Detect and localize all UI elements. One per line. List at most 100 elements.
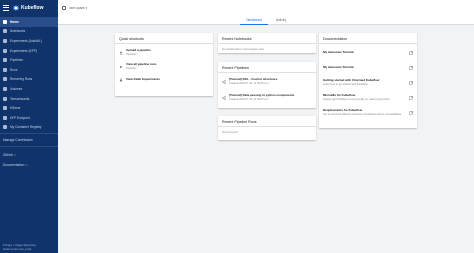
sidebar-divider	[0, 145, 58, 147]
open-in-new-icon[interactable]	[409, 50, 413, 55]
card-divider	[115, 43, 213, 44]
chevron-down-icon[interactable]: ▾	[86, 6, 88, 10]
sidebar-item-notebooks[interactable]: Notebooks	[0, 27, 58, 37]
recurring-icon	[3, 77, 7, 82]
quick-shortcuts-card: Quick shortcuts Upload a pipeline Pipelin…	[115, 33, 213, 96]
sidebar-item-label: Home	[10, 19, 19, 24]
sidebar-item-label: Runs	[10, 67, 18, 72]
upload-icon	[119, 50, 123, 55]
pipeline-item[interactable]: [Tutorial] DSL - Control structures Creat…	[218, 75, 316, 89]
experiment-icon	[119, 77, 123, 81]
sidebar-item-container-registry[interactable]: My Container Registry	[0, 123, 58, 133]
notebook-icon	[3, 29, 7, 34]
sidebar-item-volumes[interactable]: Volumes	[0, 84, 58, 94]
tab-activity[interactable]: Activity	[270, 15, 292, 25]
documentation-card: Documentation My Awesome Tutorial My Awe…	[319, 33, 417, 128]
experiment-icon	[3, 48, 7, 53]
sidebar-item-home[interactable]: Home	[0, 17, 58, 27]
recent-pipelines-title: Recent Pipelines	[222, 66, 249, 70]
pipeline-icon	[222, 79, 226, 84]
card-divider	[218, 72, 316, 73]
doc-item[interactable]: Getting started with Charmed Kubeflow Lea…	[319, 76, 417, 90]
github-label: GitHub	[3, 153, 13, 158]
shortcut-view-katib-experiments[interactable]: View Katib Experiments	[115, 75, 213, 85]
pipeline-icon	[222, 95, 226, 100]
sidebar-item-label: Pipelines	[10, 58, 23, 63]
sidebar-item-label: Notebooks	[10, 29, 26, 34]
recent-pipelines-card: Recent Pipelines [Tutorial] DSL - Contro…	[218, 62, 316, 108]
recent-runs-title: Recent Pipeline Runs	[222, 120, 257, 124]
sidebar-item-tensorboards[interactable]: Tensorboards	[0, 94, 58, 104]
tensorboard-icon	[3, 96, 7, 101]
sidebar-item-kfp-endpoint[interactable]: KFP Endpoint	[0, 113, 58, 123]
sidebar: Kubeflow Home Notebooks Experiments (Aut…	[0, 0, 58, 253]
sidebar-item-label: KServe	[10, 106, 21, 111]
endpoint-icon	[3, 115, 7, 120]
sidebar-item-kserve[interactable]: KServe	[0, 103, 58, 113]
doc-item[interactable]: Microk8s for Kubeflow Quickly get Kubeflo…	[319, 91, 417, 105]
doc-subtitle: Quickly get Kubeflow running locally on …	[323, 97, 390, 101]
manage-contributors-link[interactable]: Manage Contributors	[0, 135, 58, 145]
menu-icon[interactable]	[3, 4, 9, 11]
card-divider	[319, 43, 417, 44]
shortcut-view-pipeline-runs[interactable]: View all pipeline runs Pipelines	[115, 61, 213, 73]
sidebar-item-label: Tensorboards	[10, 96, 30, 101]
home-icon	[3, 19, 7, 24]
sidebar-item-experiments-kfp[interactable]: Experiments (KFP)	[0, 46, 58, 56]
sidebar-item-pipelines[interactable]: Pipelines	[0, 55, 58, 65]
notebooks-empty-message: No Notebooks in namespace user	[222, 46, 265, 51]
namespace-icon	[62, 5, 66, 10]
documentation-link[interactable]: Documentation ↗	[0, 160, 58, 170]
sidebar-item-experiments-automl[interactable]: Experiments (AutoML)	[0, 36, 58, 46]
kubeflow-logo-icon	[13, 4, 19, 11]
tab-dashboard[interactable]: Dashboard	[240, 15, 268, 25]
recent-notebooks-title: Recent Notebooks	[222, 37, 252, 41]
sidebar-item-recurring-runs[interactable]: Recurring Runs	[0, 75, 58, 85]
open-in-new-icon[interactable]	[409, 95, 413, 100]
kubeflow-dashboard: Kubeflow Home Notebooks Experiments (Aut…	[0, 0, 474, 253]
sidebar-divider	[0, 133, 58, 134]
sidebar-item-label: Volumes	[10, 86, 23, 91]
sidebar-nav: Home Notebooks Experiments (AutoML) Expe…	[0, 17, 58, 170]
sidebar-item-label: Experiments (AutoML)	[10, 38, 42, 43]
shortcut-subtitle: Pipelines	[126, 52, 137, 56]
runs-empty-message: None Found	[222, 129, 238, 134]
pipeline-created: Created 2023-07-10, 11:45:05 a.m.	[229, 97, 270, 101]
namespace-selector[interactable]: user-space	[69, 6, 85, 10]
shortcut-upload-pipeline[interactable]: Upload a pipeline Pipelines	[115, 47, 213, 59]
sidebar-item-label: Experiments (KFP)	[10, 48, 37, 53]
github-link[interactable]: GitHub ↗	[0, 150, 58, 160]
build-version: build version dev_local	[3, 247, 32, 251]
registry-icon	[3, 125, 7, 130]
app-title: Kubeflow	[21, 4, 44, 11]
sidebar-item-label: KFP Endpoint	[10, 115, 30, 120]
top-bar: user-space ▾	[58, 0, 474, 15]
sidebar-item-label: My Container Registry	[10, 125, 42, 130]
doc-item[interactable]: My Awesome Tutorial	[319, 46, 417, 60]
open-in-new-icon[interactable]	[409, 110, 413, 115]
shortcut-title: View Katib Experiments	[126, 76, 160, 81]
shortcut-subtitle: Pipelines	[126, 66, 137, 70]
sidebar-brand: Kubeflow	[0, 0, 58, 15]
recent-notebooks-card: Recent Notebooks No Notebooks in namespa…	[218, 33, 316, 53]
sidebar-item-label: Recurring Runs	[10, 77, 33, 82]
pipeline-item[interactable]: [Tutorial] Data passing in python compon…	[218, 91, 316, 105]
sidebar-item-runs[interactable]: Runs	[0, 65, 58, 75]
open-in-new-icon[interactable]	[409, 65, 413, 70]
doc-subtitle: Get to know the different versions of Ku…	[323, 112, 402, 116]
external-link-icon: ↗	[25, 163, 28, 167]
volume-icon	[3, 86, 7, 91]
pipeline-created: Created 2023-07-10, 11:45:06 a.m.	[229, 81, 270, 85]
kserve-icon	[3, 106, 7, 111]
doc-title: My Awesome Tutorial	[323, 64, 354, 69]
run-icon	[120, 65, 123, 68]
pipeline-icon	[3, 58, 7, 63]
quick-shortcuts-title: Quick shortcuts	[119, 37, 144, 41]
doc-item[interactable]: Requirements for Kubeflow Get to know the…	[319, 106, 417, 120]
recent-runs-card: Recent Pipeline Runs None Found	[218, 116, 316, 140]
doc-item[interactable]: My Awesome Tutorial	[319, 61, 417, 75]
doc-subtitle: Learn how to get started with Kubeflow	[323, 82, 368, 86]
run-icon	[3, 67, 7, 72]
open-in-new-icon[interactable]	[409, 80, 413, 85]
documentation-title: Documentation	[323, 37, 348, 41]
